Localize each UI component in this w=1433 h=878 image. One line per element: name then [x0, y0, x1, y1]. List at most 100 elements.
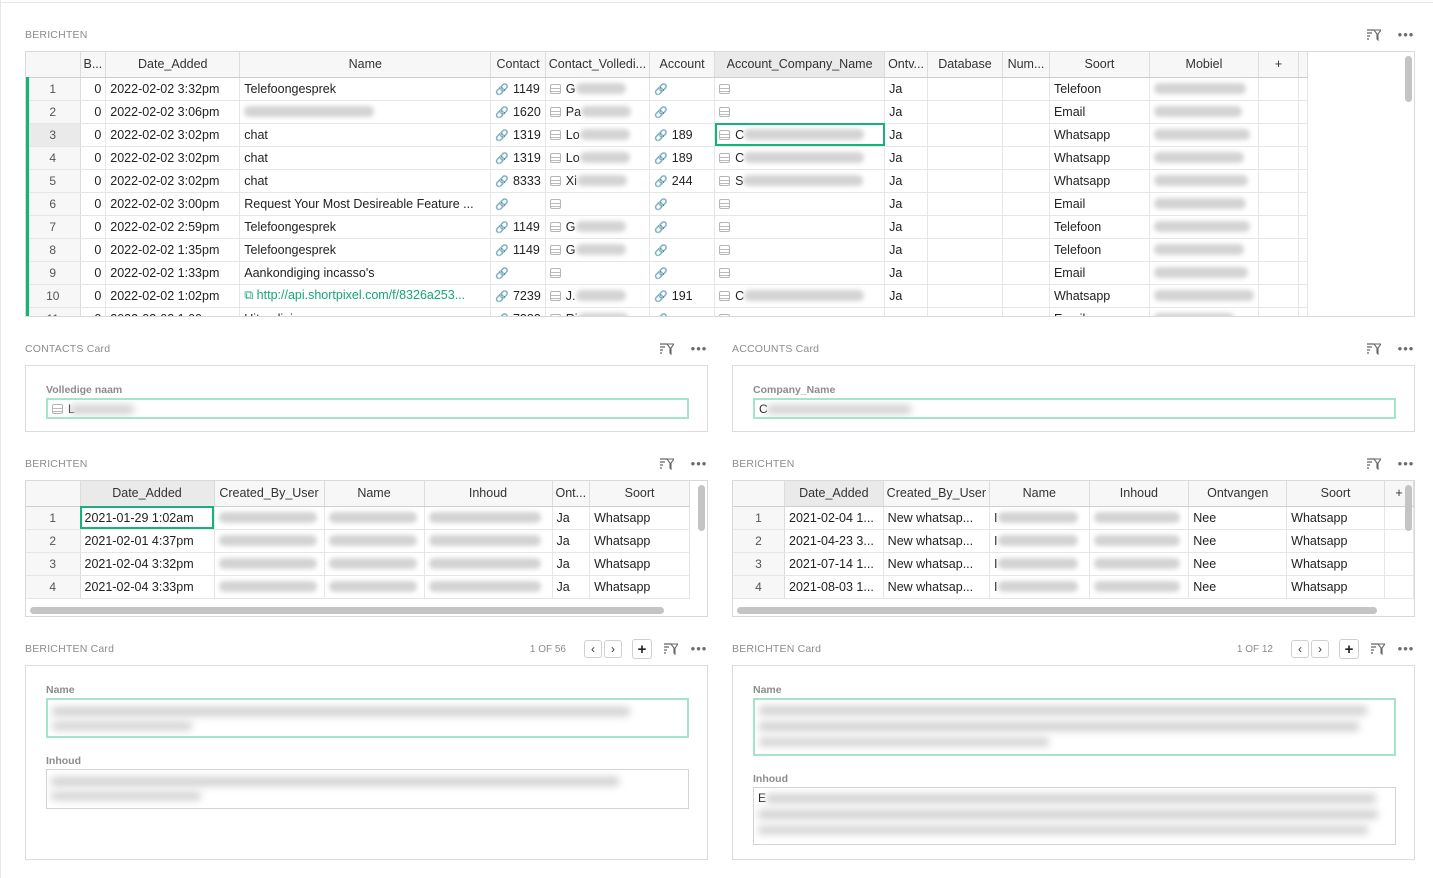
- cell-account[interactable]: 🔗 189: [649, 123, 716, 147]
- column-header[interactable]: Contact: [490, 52, 546, 78]
- cell-num[interactable]: [1002, 215, 1050, 239]
- column-header[interactable]: Name: [989, 481, 1090, 507]
- cell-ontvangen[interactable]: Nee: [1188, 506, 1288, 530]
- cell-database[interactable]: [927, 192, 1003, 216]
- cell-soort[interactable]: Whatsapp: [1049, 169, 1150, 193]
- cell-soort[interactable]: Telefoon: [1049, 215, 1150, 239]
- cell-contact[interactable]: 🔗7283: [490, 307, 546, 316]
- cell-mobiel[interactable]: [1149, 146, 1259, 170]
- filter-sort-icon[interactable]: [662, 641, 680, 657]
- cell-name[interactable]: [324, 552, 425, 576]
- cell-created-by-user[interactable]: [214, 552, 325, 576]
- cell-b[interactable]: 0: [80, 77, 107, 101]
- cell-b[interactable]: 0: [80, 284, 107, 308]
- cell-b[interactable]: 0: [80, 261, 107, 285]
- cell-inhoud[interactable]: [424, 552, 553, 576]
- cell-mobiel[interactable]: [1149, 238, 1259, 262]
- column-header[interactable]: Account_Company_Name: [714, 52, 886, 78]
- table-row[interactable]: 1 2021-01-29 1:02am Ja Whatsapp: [26, 506, 691, 530]
- cell-b[interactable]: 0: [80, 123, 107, 147]
- cell-b[interactable]: 0: [80, 100, 107, 124]
- table-row[interactable]: 4 2021-02-04 3:33pm Ja Whatsapp: [26, 575, 691, 599]
- cell-mobiel[interactable]: [1149, 77, 1259, 101]
- cell-mobiel[interactable]: [1149, 192, 1259, 216]
- column-header[interactable]: Num...: [1002, 52, 1050, 78]
- cell-account[interactable]: 🔗: [649, 307, 716, 316]
- cell-database[interactable]: [927, 215, 1003, 239]
- table-row[interactable]: 2 2021-02-01 4:37pm Ja Whatsapp: [26, 529, 691, 553]
- cell-account-company-name[interactable]: [714, 192, 886, 216]
- cell-name[interactable]: Request Your Most Desireable Feature ...: [239, 192, 492, 216]
- column-header[interactable]: Database: [927, 52, 1003, 78]
- cell-account[interactable]: 🔗: [649, 77, 716, 101]
- cell-contact[interactable]: 🔗 1620: [490, 100, 546, 124]
- vertical-scrollbar[interactable]: [1405, 485, 1412, 531]
- cell-b[interactable]: 0: [80, 192, 107, 216]
- column-header[interactable]: Ontvangen: [1188, 481, 1288, 507]
- horizontal-scrollbar[interactable]: [30, 607, 664, 614]
- cell-name[interactable]: I: [989, 529, 1090, 553]
- cell-mobiel[interactable]: [1149, 215, 1259, 239]
- table-row[interactable]: 1102022-02-02 1:00pmUitnodiging🔗7283Ri🔗E…: [26, 307, 1308, 316]
- cell-created-by-user[interactable]: [214, 506, 325, 530]
- cell-ontvangen[interactable]: Ja: [884, 169, 928, 193]
- cell-soort[interactable]: Whatsapp: [1286, 529, 1385, 553]
- cell-name[interactable]: I: [989, 506, 1090, 530]
- table-row[interactable]: 1 2021-02-04 1... New whatsap... I Nee Whatsa…: [733, 506, 1414, 530]
- table-row[interactable]: 6 0 2022-02-02 3:00pm Request Your Most Des…: [26, 192, 1308, 216]
- table-row[interactable]: 2 0 2022-02-02 3:06pm 🔗 1620 Pa 🔗 Ja Email: [26, 100, 1308, 124]
- cell-soort[interactable]: Email: [1049, 100, 1150, 124]
- cell-created-by-user[interactable]: New whatsap...: [883, 552, 991, 576]
- column-header[interactable]: Date_Added: [784, 481, 884, 507]
- cell-soort[interactable]: Whatsapp: [1049, 123, 1150, 147]
- cell-date-added[interactable]: 2021-02-04 1...: [784, 506, 884, 530]
- more-dots-icon[interactable]: •••: [1397, 456, 1415, 472]
- more-dots-icon[interactable]: •••: [1397, 27, 1415, 43]
- cell-num[interactable]: [1002, 123, 1050, 147]
- cell-inhoud[interactable]: [1089, 575, 1190, 599]
- cell-mobiel[interactable]: [1149, 284, 1259, 308]
- cell-contact[interactable]: 🔗 1149: [490, 215, 546, 239]
- column-header[interactable]: Soort: [589, 481, 691, 507]
- cell-ontvangen[interactable]: Ja: [884, 100, 928, 124]
- cell-contact-volledig[interactable]: G: [545, 238, 651, 262]
- column-header[interactable]: Mobiel: [1149, 52, 1259, 78]
- company-name-field[interactable]: C: [753, 398, 1396, 419]
- cell-date-added[interactable]: 2022-02-02 3:02pm: [105, 146, 241, 170]
- cell-num[interactable]: [1002, 261, 1050, 285]
- column-header[interactable]: Created_By_User: [883, 481, 991, 507]
- cell-name[interactable]: chat: [239, 169, 492, 193]
- cell-name[interactable]: chat: [239, 146, 492, 170]
- column-header[interactable]: Soort: [1049, 52, 1150, 78]
- cell-mobiel[interactable]: [1149, 100, 1259, 124]
- cell-soort[interactable]: Whatsapp: [1286, 552, 1385, 576]
- cell-database[interactable]: [927, 307, 1003, 316]
- filter-sort-icon[interactable]: [658, 456, 676, 472]
- cell-inhoud[interactable]: [424, 529, 553, 553]
- cell-database[interactable]: [927, 261, 1003, 285]
- cell-name[interactable]: I: [989, 575, 1090, 599]
- more-dots-icon[interactable]: •••: [1397, 341, 1415, 357]
- cell-account[interactable]: 🔗: [649, 261, 716, 285]
- cell-account-company-name[interactable]: [714, 238, 886, 262]
- filter-sort-icon[interactable]: [1365, 456, 1383, 472]
- table-row[interactable]: 1 0 2022-02-02 3:32pm Telefoongesprek 🔗 1149 G…: [26, 77, 1308, 101]
- cell-b[interactable]: 0: [80, 215, 107, 239]
- cell-contact[interactable]: 🔗 1319: [490, 146, 546, 170]
- cell-soort[interactable]: Whatsapp: [1049, 284, 1150, 308]
- cell-ontvangen[interactable]: Nee: [1188, 575, 1288, 599]
- cell-name[interactable]: chat: [239, 123, 492, 147]
- cell-soort[interactable]: Whatsapp: [589, 552, 691, 576]
- link-text[interactable]: http://api.shortpixel.com/f/8326a253...: [257, 288, 465, 302]
- cell-ontvangen[interactable]: Ja: [884, 77, 928, 101]
- horizontal-scrollbar[interactable]: [737, 607, 1377, 614]
- cell-contact[interactable]: 🔗 8333: [490, 169, 546, 193]
- name-field[interactable]: [46, 698, 689, 738]
- table-row[interactable]: 2 2021-04-23 3... New whatsap... I Nee Whatsa…: [733, 529, 1414, 553]
- column-header[interactable]: Inhoud: [1089, 481, 1190, 507]
- cell-contact[interactable]: 🔗: [490, 261, 546, 285]
- cell-account-company-name[interactable]: S: [714, 169, 886, 193]
- cell-ontvangen[interactable]: Ja: [884, 261, 928, 285]
- cell-database[interactable]: [927, 238, 1003, 262]
- cell-num[interactable]: [1002, 169, 1050, 193]
